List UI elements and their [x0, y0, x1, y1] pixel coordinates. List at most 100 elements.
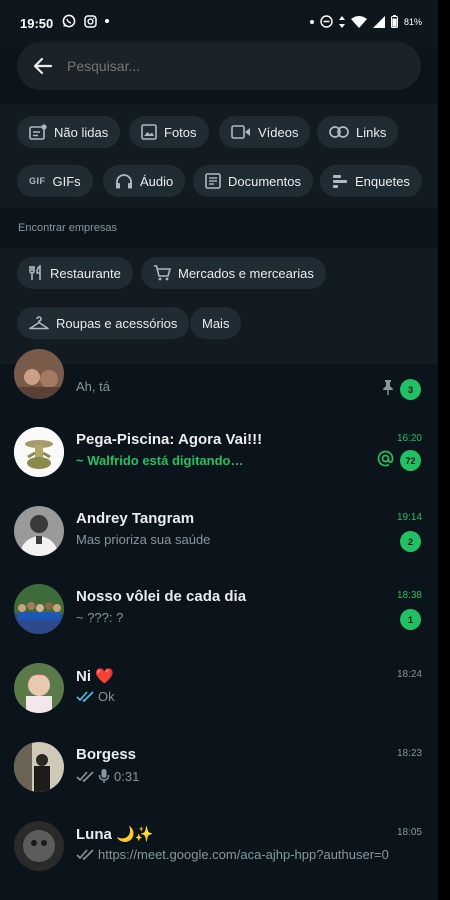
- notification-dot-icon: [309, 19, 314, 24]
- cart-icon: [154, 265, 171, 281]
- chat-name: Borgess: [76, 746, 137, 763]
- filter-label: Documentos: [228, 173, 301, 189]
- chat-time: 18:23: [396, 748, 422, 759]
- filter-label: Fotos: [164, 124, 197, 140]
- wifi-icon: [350, 15, 367, 28]
- microphone-icon: [98, 769, 110, 783]
- chat-list: Ah, tá 3 Pega-Piscina: Agora Vai!!! 16:2…: [0, 349, 438, 900]
- chat-time: 19:14: [396, 512, 422, 523]
- filter-label: Áudio: [140, 173, 174, 189]
- chat-row[interactable]: Nosso vôlei de cada dia 18:38 ~ ???: ? 1: [0, 576, 438, 654]
- chat-row[interactable]: Ni ❤️ 18:24 Ok: [0, 655, 438, 733]
- section-title: Encontrar empresas: [18, 222, 118, 234]
- document-icon: [205, 173, 221, 189]
- double-check-blue-icon: [76, 691, 94, 702]
- chat-time: 18:38: [396, 590, 422, 601]
- category-label: Mercados e mercearias: [178, 265, 314, 281]
- find-businesses-section: Encontrar empresas: [0, 208, 438, 248]
- link-icon: [329, 126, 349, 138]
- chat-name: Pega-Piscina: Agora Vai!!!: [76, 431, 263, 448]
- mention-icon: [377, 450, 394, 467]
- instagram-notification-icon: [84, 14, 97, 28]
- filter-label: GIFs: [52, 173, 81, 189]
- search-bar[interactable]: [17, 42, 421, 90]
- category-clothing-chip[interactable]: Roupas e acessórios: [17, 307, 190, 339]
- filter-photos-chip[interactable]: Fotos: [129, 116, 209, 148]
- chat-preview: Mas prioriza sua saúde: [76, 532, 211, 547]
- signal-icon: [372, 15, 385, 28]
- filter-label: Não lidas: [54, 124, 109, 140]
- chat-row[interactable]: Borgess 18:23 0:31: [0, 734, 438, 812]
- chat-avatar: [14, 506, 64, 556]
- battery-level: 81%: [403, 16, 422, 27]
- chat-name: Andrey Tangram: [76, 510, 195, 527]
- chat-name: Ni ❤️: [76, 668, 114, 685]
- filter-label: Vídeos: [258, 124, 299, 140]
- chat-row[interactable]: Pega-Piscina: Agora Vai!!! 16:20 ~ Walfr…: [0, 419, 438, 497]
- chat-avatar: [14, 349, 64, 399]
- more-notifications-icon: [105, 19, 109, 23]
- data-transfer-icon: [338, 15, 345, 28]
- chat-preview: ~ Walfrido está digitando…: [76, 453, 244, 468]
- screen-edge: [438, 0, 450, 900]
- headphones-icon: [116, 174, 132, 189]
- poll-icon: [333, 175, 347, 188]
- filter-videos-chip[interactable]: Vídeos: [219, 116, 311, 148]
- chat-row[interactable]: Ah, tá 3: [0, 341, 438, 419]
- category-more-chip[interactable]: Mais: [190, 307, 242, 339]
- search-filters: Não lidas Fotos Vídeos Links GIF GIFs Áu…: [0, 104, 438, 208]
- filter-label: Enquetes: [355, 173, 410, 189]
- category-label: Mais: [202, 315, 230, 331]
- chat-name: Luna 🌙✨: [76, 826, 154, 843]
- pin-icon: [383, 380, 393, 395]
- double-check-grey-icon: [76, 849, 94, 860]
- filter-gifs-chip[interactable]: GIF GIFs: [17, 165, 93, 197]
- chat-time: 16:20: [396, 433, 422, 444]
- unread-badge: 1: [400, 609, 421, 630]
- double-check-grey-icon: [76, 770, 94, 782]
- filter-polls-chip[interactable]: Enquetes: [320, 165, 422, 197]
- chat-avatar: [14, 663, 64, 713]
- chat-preview: https://meet.google.com/aca-ajhp-hpp?aut…: [98, 847, 389, 862]
- unread-icon: [29, 124, 47, 140]
- chat-preview: Ok: [98, 689, 115, 704]
- status-bar: 19:50 81%: [0, 0, 438, 48]
- unread-badge: 2: [400, 531, 421, 552]
- unread-badge: 72: [400, 450, 421, 471]
- category-markets-chip[interactable]: Mercados e mercearias: [141, 257, 326, 289]
- chat-preview: 0:31: [114, 768, 140, 784]
- battery-icon: [390, 15, 398, 28]
- video-icon: [231, 125, 250, 139]
- filter-links-chip[interactable]: Links: [317, 116, 399, 148]
- filter-label: Links: [356, 124, 387, 140]
- filter-documents-chip[interactable]: Documentos: [193, 165, 313, 197]
- category-label: Roupas e acessórios: [56, 315, 178, 331]
- unread-badge: 3: [400, 379, 421, 400]
- chat-row[interactable]: Andrey Tangram 19:14 Mas prioriza sua sa…: [0, 498, 438, 576]
- filter-audio-chip[interactable]: Áudio: [103, 165, 186, 197]
- chat-time: 18:24: [396, 669, 422, 680]
- whatsapp-notification-icon: [62, 14, 76, 28]
- chat-preview-container: 0:31: [76, 768, 139, 784]
- hanger-icon: [29, 316, 49, 330]
- app-screen: 19:50 81% Não lidas Fotos: [0, 0, 438, 900]
- chat-preview: Ah, tá: [76, 379, 110, 394]
- chat-avatar: [14, 742, 64, 792]
- chat-preview: ~ ???: ?: [76, 610, 124, 625]
- chat-row[interactable]: Luna 🌙✨ 18:05 https://meet.google.com/ac…: [0, 813, 438, 891]
- chat-name: Nosso vôlei de cada dia: [76, 588, 247, 605]
- gif-icon: GIF: [29, 176, 46, 186]
- chat-avatar: [14, 821, 64, 871]
- chat-time: 18:05: [396, 827, 422, 838]
- category-label: Restaurante: [50, 265, 121, 281]
- status-time: 19:50: [20, 16, 54, 31]
- image-icon: [141, 124, 157, 140]
- chat-avatar: [14, 427, 64, 477]
- filter-unread-chip[interactable]: Não lidas: [17, 116, 121, 148]
- chat-preview-container: Ok: [76, 689, 115, 704]
- chat-preview-container: https://meet.google.com/aca-ajhp-hpp?aut…: [76, 847, 389, 862]
- search-input[interactable]: [67, 42, 387, 90]
- chat-avatar: [14, 584, 64, 634]
- category-restaurant-chip[interactable]: Restaurante: [17, 257, 133, 289]
- back-arrow-icon[interactable]: [33, 56, 53, 76]
